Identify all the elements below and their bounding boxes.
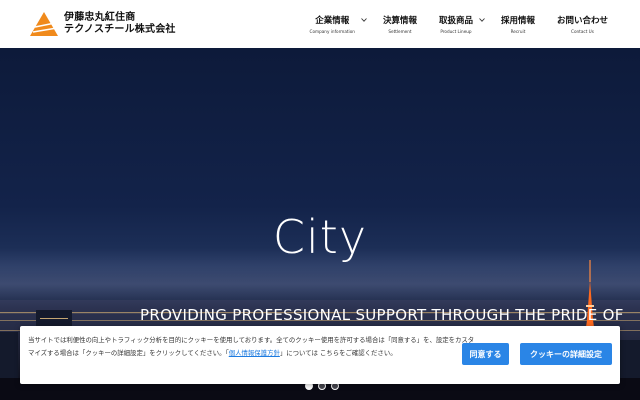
privacy-policy-link[interactable]: 個人情報保護方針 [229, 349, 280, 357]
cookie-message: 当サイトでは利便性の向上やトラフィック分析を目的にクッキーを使用しております。全… [28, 334, 476, 360]
nav-item-settlement[interactable]: 決算情報 Settlement [383, 14, 417, 34]
nav-sublabel: Company information [309, 29, 355, 34]
cookie-settings-button[interactable]: クッキーの詳細設定 [520, 343, 612, 365]
nav-item-product-lineup[interactable]: 取扱商品 Product Lineup [438, 14, 485, 34]
hero-subtitle: PROVIDING PROFESSIONAL SUPPORT THROUGH T… [140, 306, 624, 324]
nav-item-recruit[interactable]: 採用情報 Recruit [501, 14, 535, 34]
nav-label: 採用情報 [500, 16, 535, 26]
nav-sublabel: Product Lineup [440, 29, 472, 34]
nav-sublabel: Contact Us [571, 29, 594, 34]
company-name-line2: テクノスチール株式会社 [64, 24, 176, 35]
company-logo[interactable]: 伊藤忠丸紅住商 テクノスチール株式会社 [30, 12, 176, 36]
nav-item-contact-us[interactable]: お問い合わせ Contact Us [557, 14, 608, 34]
cookie-consent-banner: 当サイトでは利便性の向上やトラフィック分析を目的にクッキーを使用しております。全… [20, 326, 620, 384]
nav-sublabel: Settlement [388, 29, 412, 34]
main-nav: 企業情報 Company information 決算情報 Settlement… [288, 14, 608, 34]
nav-label: 決算情報 [382, 16, 417, 26]
chevron-down-icon [479, 18, 485, 22]
agree-button[interactable]: 同意する [462, 343, 509, 365]
logo-triangle-icon [30, 12, 58, 36]
company-name: 伊藤忠丸紅住商 テクノスチール株式会社 [64, 12, 176, 36]
nav-item-company-information[interactable]: 企業情報 Company information [309, 14, 367, 34]
nav-sublabel: Recruit [510, 29, 526, 34]
nav-label: 企業情報 [315, 16, 350, 26]
hero-title: City [272, 210, 368, 264]
company-name-line1: 伊藤忠丸紅住商 [64, 12, 136, 23]
nav-label: お問い合わせ [556, 16, 608, 26]
cookie-message-text-end: 」については こちらをご確認ください。 [279, 349, 397, 357]
nav-label: 取扱商品 [438, 16, 473, 26]
chevron-down-icon [361, 18, 367, 22]
site-header: 伊藤忠丸紅住商 テクノスチール株式会社 企業情報 Company informa… [0, 0, 640, 48]
